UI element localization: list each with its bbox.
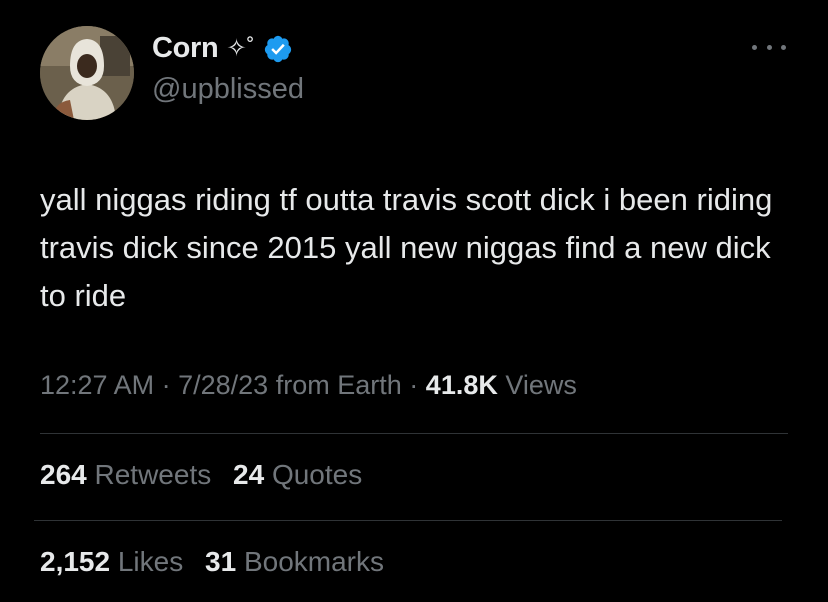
divider — [40, 433, 788, 434]
dot — [781, 44, 786, 50]
author-name-row: Corn ✧˚ — [152, 32, 293, 65]
likes-stat[interactable]: 2,152 Likes — [40, 546, 183, 577]
dot — [752, 44, 757, 50]
name-decoration: ✧˚ — [226, 34, 255, 62]
views-label: Views — [505, 370, 577, 400]
tweet-time[interactable]: 12:27 AM — [40, 370, 154, 400]
author-display-name[interactable]: Corn — [152, 32, 219, 65]
engagement-row-1: 264 Retweets 24 Quotes — [40, 459, 376, 491]
likes-label: Likes — [117, 546, 184, 577]
bookmarks-stat[interactable]: 31 Bookmarks — [205, 546, 384, 577]
bookmarks-count: 31 — [205, 546, 237, 577]
more-options-icon[interactable] — [752, 40, 786, 54]
separator: · — [409, 370, 419, 400]
divider — [34, 520, 782, 521]
bookmarks-label: Bookmarks — [243, 546, 384, 577]
tweet-meta: 12:27 AM · 7/28/23 from Earth · 41.8K Vi… — [40, 370, 577, 401]
engagement-row-2: 2,152 Likes 31 Bookmarks — [40, 546, 398, 578]
separator: · — [161, 370, 171, 400]
tweet-date[interactable]: 7/28/23 — [178, 370, 268, 400]
verified-badge-icon — [264, 35, 291, 62]
likes-count: 2,152 — [40, 546, 111, 577]
quotes-label: Quotes — [271, 459, 363, 490]
author-handle[interactable]: @upblissed — [152, 73, 304, 106]
views-count: 41.8K — [425, 370, 498, 400]
quotes-count: 24 — [233, 459, 265, 490]
retweets-stat[interactable]: 264 Retweets — [40, 459, 211, 490]
quotes-stat[interactable]: 24 Quotes — [233, 459, 362, 490]
user-avatar[interactable] — [40, 26, 134, 120]
dot — [766, 44, 772, 50]
tweet-source: from Earth — [275, 370, 402, 400]
retweets-label: Retweets — [94, 459, 212, 490]
tweet-text: yall niggas riding tf outta travis scott… — [40, 182, 773, 313]
retweets-count: 264 — [40, 459, 87, 490]
